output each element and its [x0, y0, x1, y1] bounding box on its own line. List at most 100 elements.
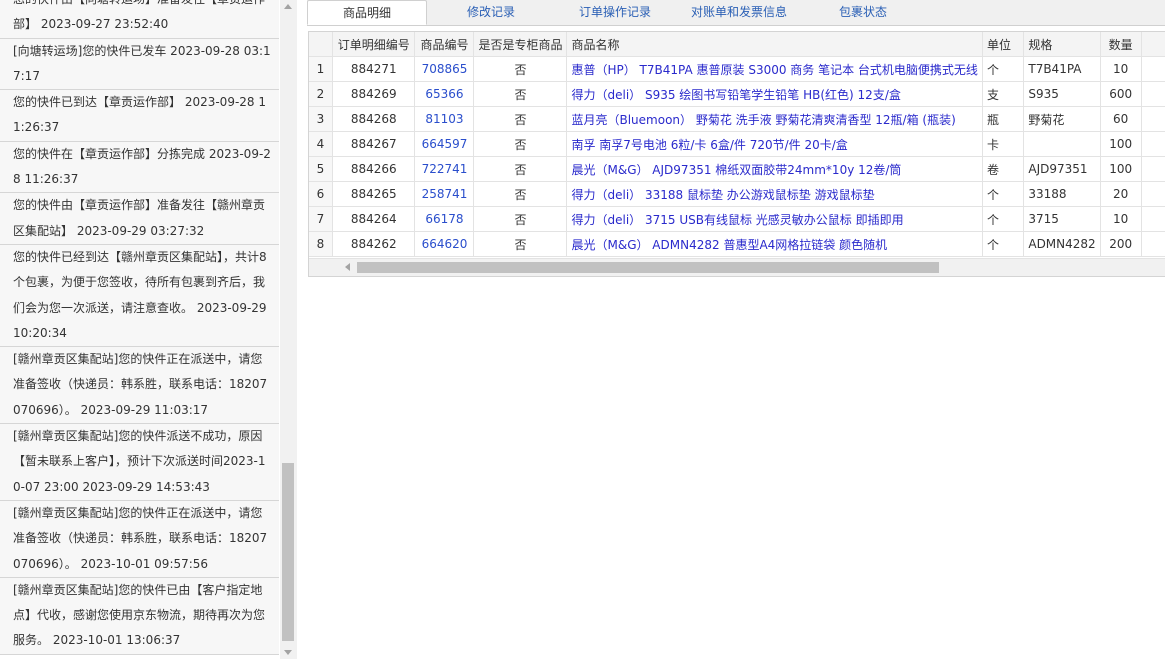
unit-cell: 个: [982, 231, 1025, 257]
spec-cell: 野菊花: [1023, 106, 1101, 132]
tab-package-status[interactable]: 包裹状态: [803, 0, 923, 25]
header-unit[interactable]: 单位: [982, 32, 1025, 57]
header-product-name[interactable]: 商品名称: [566, 32, 983, 57]
row-filler-cell: [1141, 156, 1165, 182]
product-id-cell[interactable]: 664597: [414, 131, 475, 157]
tracking-log-entry: 您的快件已到达【章贡运作部】 2023-09-28 11:26:37: [0, 90, 279, 142]
quantity-cell: 100: [1100, 156, 1142, 182]
header-rownum: [309, 32, 333, 57]
spec-cell: [1023, 131, 1101, 157]
row-filler-cell: [1141, 106, 1165, 132]
product-id-cell[interactable]: 722741: [414, 156, 475, 182]
detail-id-cell: 884265: [332, 181, 416, 207]
row-number: 4: [309, 131, 333, 157]
table-row[interactable]: 6 884265 258741 否得力（deli） 33188 鼠标垫 办公游戏鼠标垫…: [309, 181, 1165, 207]
table-row[interactable]: 8 884262 664620 否晨光（M&G） ADMN4282 普惠型A4网格拉链…: [309, 231, 1165, 257]
row-number: 6: [309, 181, 333, 207]
counter-product-cell: 否: [473, 181, 568, 207]
counter-product-cell: 否: [473, 56, 568, 82]
product-name-cell[interactable]: 得力（deli） S935 绘图书写铅笔学生铅笔 HB(红色) 12支/盒: [566, 81, 983, 107]
detail-id-cell: 884262: [332, 231, 416, 257]
scroll-thumb[interactable]: [282, 463, 294, 641]
counter-product-cell: 否: [473, 206, 568, 232]
product-id-cell[interactable]: 258741: [414, 181, 475, 207]
product-name-cell[interactable]: 南孚 南孚7号电池 6粒/卡 6盒/件 720节/件 20卡/盒: [566, 131, 983, 157]
tracking-log-entry: [赣州章贡区集配站]您的快件正在派送中，请您准备签收（快递员：韩系胜，联系电话：…: [0, 500, 279, 578]
row-number: 5: [309, 156, 333, 182]
row-number: 2: [309, 81, 333, 107]
tracking-log-entry: [赣州章贡区集配站]您的快件已由【客户指定地点】代收，感谢您使用京东物流，期待再…: [0, 577, 279, 655]
row-filler-cell: [1141, 131, 1165, 157]
product-id-cell[interactable]: 81103: [414, 106, 475, 132]
product-name-cell[interactable]: 蓝月亮（Bluemoon） 野菊花 洗手液 野菊花清爽清香型 12瓶/箱 (瓶装…: [566, 106, 983, 132]
detail-id-cell: 884264: [332, 206, 416, 232]
product-name-cell[interactable]: 得力（deli） 3715 USB有线鼠标 光感灵敏办公鼠标 即插即用: [566, 206, 983, 232]
product-id-cell[interactable]: 708865: [414, 56, 475, 82]
tracking-log-entry: 您的快件由【向塘转运场】准备发往【章贡运作部】 2023-09-27 23:52…: [0, 0, 279, 39]
tracking-log-scrollbar[interactable]: [280, 0, 297, 659]
tracking-log-entry: [向塘转运场]您的快件已发车 2023-09-28 03:17:17: [0, 38, 279, 91]
table-row[interactable]: 2 884269 65366 否得力（deli） S935 绘图书写铅笔学生铅笔 HB…: [309, 81, 1165, 107]
quantity-cell: 10: [1100, 56, 1142, 82]
tab-modification-log[interactable]: 修改记录: [431, 0, 551, 25]
tracking-log-list: 您的快件由【向塘转运场】准备发往【章贡运作部】 2023-09-27 23:52…: [0, 0, 279, 655]
product-id-cell[interactable]: 65366: [414, 81, 475, 107]
table-row[interactable]: 5 884266 722741 否晨光（M&G） AJD97351 棉纸双面胶带24m…: [309, 156, 1165, 182]
row-filler-cell: [1141, 231, 1165, 257]
quantity-cell: 60: [1100, 106, 1142, 132]
tracking-log-entry: [赣州章贡区集配站]您的快件正在派送中，请您准备签收（快递员：韩系胜，联系电话：…: [0, 347, 279, 425]
row-number: 3: [309, 106, 333, 132]
table-row[interactable]: 1 884271 708865 否惠普（HP） T7B41PA 惠普原装 S3000 …: [309, 56, 1165, 82]
unit-cell: 瓶: [982, 106, 1025, 132]
tab-statement-invoice[interactable]: 对账单和发票信息: [679, 0, 799, 25]
quantity-cell: 20: [1100, 181, 1142, 207]
table-row[interactable]: 3 884268 81103 否蓝月亮（Bluemoon） 野菊花 洗手液 野菊花清爽…: [309, 106, 1165, 132]
product-id-cell[interactable]: 66178: [414, 206, 475, 232]
row-filler-cell: [1141, 181, 1165, 207]
table-header-row: 订单明细编号 商品编号 是否是专柜商品 商品名称 单位 规格 数量: [309, 32, 1165, 57]
product-name-cell[interactable]: 晨光（M&G） AJD97351 棉纸双面胶带24mm*10y 12卷/筒: [566, 156, 983, 182]
table-row[interactable]: 4 884267 664597 否南孚 南孚7号电池 6粒/卡 6盒/件 720节/件…: [309, 131, 1165, 157]
row-filler-cell: [1141, 56, 1165, 82]
scroll-up-arrow-icon[interactable]: [284, 4, 292, 9]
row-number: 8: [309, 231, 333, 257]
tab-bar: 商品明细 修改记录 订单操作记录 对账单和发票信息 包裹状态: [307, 0, 1165, 26]
detail-id-cell: 884271: [332, 56, 416, 82]
counter-product-cell: 否: [473, 231, 568, 257]
counter-product-cell: 否: [473, 156, 568, 182]
header-quantity[interactable]: 数量: [1100, 32, 1142, 57]
product-name-cell[interactable]: 惠普（HP） T7B41PA 惠普原装 S3000 商务 笔记本 台式机电脑便携…: [566, 56, 983, 82]
tab-product-details[interactable]: 商品明细: [307, 0, 427, 25]
scroll-left-arrow-icon[interactable]: [345, 263, 350, 271]
product-detail-grid: 订单明细编号 商品编号 是否是专柜商品 商品名称 单位 规格 数量 1 88427…: [308, 31, 1165, 277]
unit-cell: 卷: [982, 156, 1025, 182]
counter-product-cell: 否: [473, 81, 568, 107]
header-spec[interactable]: 规格: [1023, 32, 1101, 57]
grid-scroll-thumb[interactable]: [357, 262, 939, 273]
tracking-log-entry: [赣州章贡区集配站]您的快件派送不成功，原因【暂未联系上客户】，预计下次派送时间…: [0, 424, 279, 501]
header-counter-product[interactable]: 是否是专柜商品: [473, 32, 568, 57]
header-filler: [1141, 32, 1165, 57]
quantity-cell: 600: [1100, 81, 1142, 107]
product-id-cell[interactable]: 664620: [414, 231, 475, 257]
quantity-cell: 10: [1100, 206, 1142, 232]
tracking-log-entry: 您的快件已经到达【赣州章贡区集配站】，共计8个包裹，为便于您签收，待所有包裹到齐…: [0, 244, 279, 348]
detail-id-cell: 884269: [332, 81, 416, 107]
product-name-cell[interactable]: 得力（deli） 33188 鼠标垫 办公游戏鼠标垫 游戏鼠标垫: [566, 181, 983, 207]
spec-cell: ADMN4282: [1023, 231, 1101, 257]
header-product-id[interactable]: 商品编号: [414, 32, 475, 57]
spec-cell: T7B41PA: [1023, 56, 1101, 82]
table-row[interactable]: 7 884264 66178 否得力（deli） 3715 USB有线鼠标 光感灵敏办…: [309, 206, 1165, 232]
header-detail-id[interactable]: 订单明细编号: [332, 32, 416, 57]
tab-order-operation-log[interactable]: 订单操作记录: [555, 0, 675, 25]
panel-splitter: [297, 0, 307, 659]
grid-horizontal-scrollbar[interactable]: [309, 258, 1165, 276]
detail-id-cell: 884268: [332, 106, 416, 132]
detail-id-cell: 884267: [332, 131, 416, 157]
scroll-down-arrow-icon[interactable]: [284, 650, 292, 655]
row-number: 7: [309, 206, 333, 232]
product-name-cell[interactable]: 晨光（M&G） ADMN4282 普惠型A4网格拉链袋 颜色随机: [566, 231, 983, 257]
unit-cell: 个: [982, 56, 1025, 82]
spec-cell: S935: [1023, 81, 1101, 107]
tracking-log-entry: 您的快件由【章贡运作部】准备发往【赣州章贡区集配站】 2023-09-29 03…: [0, 193, 279, 245]
